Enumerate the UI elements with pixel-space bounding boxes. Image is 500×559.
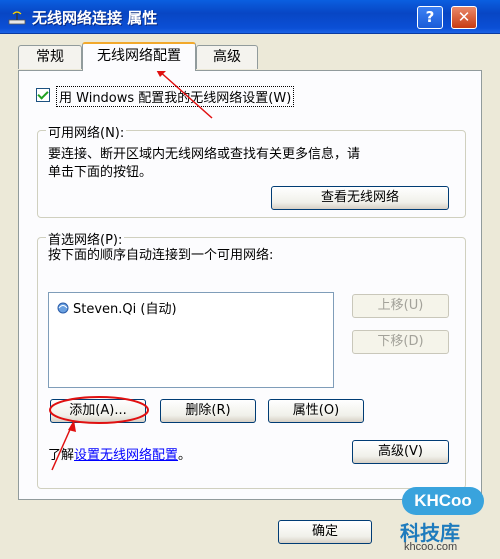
advanced-button[interactable]: 高级(V): [352, 440, 449, 464]
view-wireless-networks-button[interactable]: 查看无线网络: [271, 186, 449, 210]
preferred-networks-title: 首选网络(P):: [46, 229, 125, 248]
wireless-network-icon: [57, 302, 69, 314]
remove-button[interactable]: 删除(R): [160, 399, 256, 423]
learn-more-suffix: 。: [178, 448, 192, 463]
setup-wireless-config-link[interactable]: 设置无线网络配置: [74, 448, 178, 463]
preferred-networks-list[interactable]: Steven.Qi (自动): [48, 292, 334, 388]
help-button[interactable]: ?: [417, 6, 443, 29]
network-status: (自动): [140, 302, 177, 317]
title-bar[interactable]: 无线网络连接 属性 ? ✕: [0, 0, 500, 34]
move-down-button[interactable]: 下移(D): [352, 330, 449, 354]
window-title: 无线网络连接 属性: [32, 9, 158, 27]
use-windows-config-checkbox[interactable]: [36, 88, 50, 102]
close-button[interactable]: ✕: [451, 6, 477, 29]
use-windows-config-label[interactable]: 用 Windows 配置我的无线网络设置(W): [56, 86, 295, 107]
watermark-logo: KHCoo: [402, 487, 484, 515]
network-connection-icon: [8, 11, 26, 25]
available-networks-title: 可用网络(N):: [46, 122, 127, 141]
preferred-networks-desc: 按下面的顺序自动连接到一个可用网络:: [48, 248, 274, 263]
tab-wireless-network-config[interactable]: 无线网络配置: [82, 42, 196, 71]
list-item[interactable]: Steven.Qi (自动): [55, 298, 177, 317]
site-watermark: KHCoo 科技库 khcoo.com: [388, 487, 498, 557]
tab-general[interactable]: 常规: [18, 45, 82, 69]
learn-more-text: 了解设置无线网络配置。: [48, 444, 191, 463]
available-networks-desc-line1: 要连接、断开区域内无线网络或查找有关更多信息，请: [48, 147, 361, 162]
move-up-button[interactable]: 上移(U): [352, 294, 449, 318]
ok-button[interactable]: 确定: [278, 520, 372, 544]
watermark-url: khcoo.com: [404, 541, 458, 553]
properties-button[interactable]: 属性(O): [268, 399, 364, 423]
add-button[interactable]: 添加(A)...: [50, 399, 146, 423]
tab-advanced[interactable]: 高级: [196, 45, 258, 69]
available-networks-desc-line2: 单击下面的按钮。: [48, 165, 153, 180]
network-name: Steven.Qi: [73, 302, 137, 317]
learn-more-prefix: 了解: [48, 448, 75, 463]
